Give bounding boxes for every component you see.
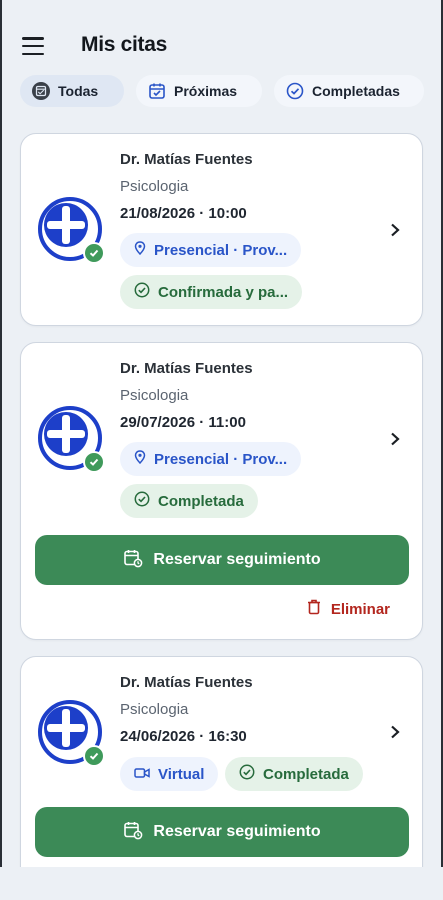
- location-pill: Presencial · Prov...: [120, 233, 302, 267]
- appointment-datetime: 21/08/2026 · 10:00: [120, 205, 247, 222]
- trash-icon: [307, 599, 321, 619]
- filter-label: Completadas: [312, 83, 400, 99]
- doctor-avatar: [38, 406, 105, 473]
- location-pin-icon: [134, 450, 146, 468]
- calendar-clock-icon: [123, 548, 143, 573]
- location-text: Presencial · Prov...: [154, 241, 288, 259]
- delete-button[interactable]: Eliminar: [307, 599, 390, 619]
- location-pill: Presencial · Prov...: [120, 442, 302, 476]
- location-pin-icon: [134, 241, 146, 259]
- check-circle-icon: [134, 282, 150, 302]
- page-title: Mis citas: [81, 33, 168, 56]
- appointment-datetime: 29/07/2026 · 11:00: [120, 414, 246, 431]
- calendar-icon: [148, 82, 166, 100]
- chevron-right-icon[interactable]: [388, 725, 402, 739]
- doctor-name: Dr. Matías Fuentes: [120, 151, 253, 168]
- book-follow-up-button[interactable]: Reservar seguimiento: [35, 535, 409, 585]
- location-text: Presencial · Prov...: [154, 450, 288, 468]
- hamburger-menu-icon[interactable]: [22, 37, 44, 55]
- specialty: Psicologia: [120, 178, 189, 195]
- specialty: Psicologia: [120, 701, 189, 718]
- calendar-all-icon: [32, 82, 50, 100]
- filter-chip-proximas[interactable]: Próximas: [136, 75, 262, 107]
- appointment-card[interactable]: Dr. Matías Fuentes Psicologia 21/08/2026…: [20, 133, 423, 326]
- check-circle-icon: [286, 82, 304, 100]
- status-badge: Confirmada y pa...: [120, 275, 303, 309]
- location-text: Virtual: [158, 765, 205, 783]
- doctor-avatar: [38, 197, 105, 264]
- status-badge: Completada: [225, 757, 363, 791]
- doctor-avatar: [38, 700, 105, 767]
- chevron-right-icon[interactable]: [388, 432, 402, 446]
- status-text: Confirmada y pa...: [158, 283, 289, 301]
- verified-check-icon: [83, 745, 105, 767]
- check-circle-icon: [134, 491, 150, 511]
- verified-check-icon: [83, 451, 105, 473]
- filter-label: Próximas: [174, 83, 238, 99]
- appointment-card[interactable]: Dr. Matías Fuentes Psicologia 29/07/2026…: [20, 342, 423, 640]
- video-camera-icon: [134, 766, 150, 783]
- doctor-name: Dr. Matías Fuentes: [120, 360, 253, 377]
- filter-chip-completadas[interactable]: Completadas: [274, 75, 424, 107]
- specialty: Psicologia: [120, 387, 189, 404]
- calendar-clock-icon: [123, 820, 143, 845]
- filter-chips: Todas Próximas Completadas: [20, 75, 443, 109]
- verified-check-icon: [83, 242, 105, 264]
- status-badge: Completada: [120, 484, 258, 518]
- status-text: Completada: [158, 492, 244, 510]
- app-header: Mis citas: [0, 0, 443, 72]
- button-label: Reservar seguimiento: [153, 551, 321, 568]
- chevron-right-icon[interactable]: [388, 223, 402, 237]
- appointment-card[interactable]: Dr. Matías Fuentes Psicologia 24/06/2026…: [20, 656, 423, 886]
- delete-label: Eliminar: [330, 600, 390, 618]
- book-follow-up-button[interactable]: Reservar seguimiento: [35, 807, 409, 857]
- button-label: Reservar seguimiento: [153, 823, 321, 840]
- filter-label: Todas: [58, 83, 99, 99]
- bottom-area: [0, 867, 443, 900]
- check-circle-icon: [239, 764, 255, 784]
- status-text: Completada: [263, 765, 349, 783]
- doctor-name: Dr. Matías Fuentes: [120, 674, 253, 691]
- appointment-datetime: 24/06/2026 · 16:30: [120, 728, 247, 745]
- filter-chip-todas[interactable]: Todas: [20, 75, 124, 107]
- location-pill: Virtual: [120, 757, 219, 791]
